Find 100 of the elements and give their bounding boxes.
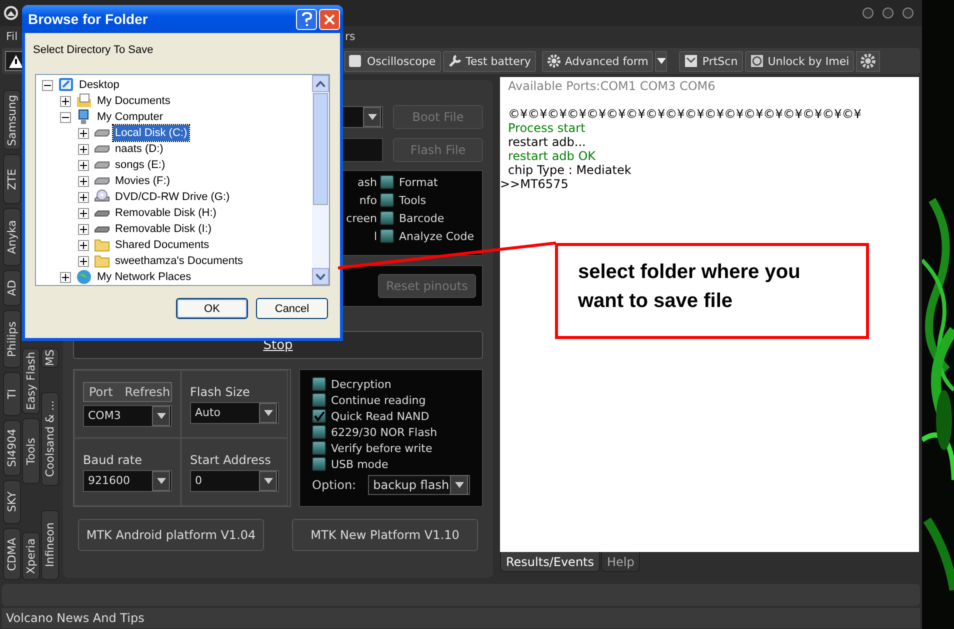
collapse-icon[interactable] [60,112,71,122]
checkbox-label: creen [346,211,377,225]
dialog-button[interactable]: OK [176,298,248,319]
checkbox[interactable] [312,441,326,455]
toolbar-button[interactable]: Oscilloscope [344,50,441,72]
expand-icon[interactable] [78,240,89,250]
side-tab[interactable]: Easy Flash [22,348,40,414]
expand-icon[interactable] [78,144,89,154]
checkbox-label: l [374,229,377,243]
expand-icon[interactable] [60,96,71,106]
settings-button[interactable] [856,50,880,72]
expand-icon[interactable] [78,192,89,202]
log-line: Available Ports:COM1 COM3 COM6 [508,79,716,93]
option-dropdown[interactable]: backup flash [368,475,470,495]
toolbar-button[interactable]: Unlock by Imei [744,50,854,72]
tree-item[interactable]: DVD/CD-RW Drive (G:) [113,189,232,205]
side-tab[interactable]: MS [41,348,59,368]
scroll-up-icon[interactable] [312,75,329,92]
tree-item[interactable]: Removable Disk (H:) [113,205,218,221]
tree-item[interactable]: Local Disk (C:) [113,125,190,141]
checkbox-label: Decryption [331,378,392,390]
checkbox-label: Verify before write [331,442,432,454]
baud-rate-dropdown[interactable]: 921600 [83,470,172,492]
dialog-button[interactable]: Cancel [256,298,328,319]
port-dropdown[interactable]: COM3 [83,404,172,426]
globe-icon [76,269,92,285]
tree-item[interactable]: My Documents [95,93,172,109]
checkbox[interactable] [380,193,394,207]
expand-icon[interactable] [78,208,89,218]
scroll-down-icon[interactable] [312,268,329,285]
side-tab[interactable]: SI4904 [3,420,21,476]
tab[interactable]: Results/Events [500,552,600,572]
tree-item[interactable]: Movies (F:) [113,173,172,189]
checkbox[interactable] [380,211,394,225]
checkbox-label: 6229/30 NOR Flash [331,426,438,438]
checkbox-label: Tools [399,194,426,206]
menu-item[interactable]: rs [345,30,356,43]
side-tab[interactable]: Infineon [41,510,59,580]
checkbox-label: ash [358,175,377,189]
field-label: Baud rate [83,452,143,466]
platform-button[interactable]: MTK New Platform V1.10 [292,519,478,551]
side-tab[interactable]: AD [3,270,21,306]
log-line: restart adb... [508,135,587,149]
field-label: Start Address [190,452,272,466]
checkbox-label: Continue reading [331,394,426,406]
side-tab[interactable]: Philips [3,310,21,368]
side-tab[interactable]: Tools [22,418,40,484]
flash-size-dropdown[interactable]: Auto [190,402,279,424]
field-label: Flash Size [190,384,251,398]
platform-button[interactable]: MTK Android platform V1.04 [78,519,264,551]
tree-item[interactable]: songs (E:) [113,157,168,173]
tab[interactable]: Help [601,552,640,572]
side-tab[interactable]: TI [3,372,21,416]
checkbox[interactable] [380,175,394,189]
menu-item[interactable]: Fil [6,30,18,43]
checkbox[interactable] [312,409,326,423]
scrollbar-thumb[interactable] [313,93,328,205]
folder-tree[interactable] [35,74,330,286]
expand-icon[interactable] [78,224,89,234]
log-line: >>MT6575 [500,177,570,191]
expand-icon[interactable] [60,272,71,282]
collapse-icon[interactable] [42,80,53,90]
tree-item[interactable]: sweethamza's Documents [113,253,246,269]
dialog-prompt: Select Directory To Save [33,44,154,56]
checkbox[interactable] [312,457,326,471]
checkbox[interactable] [312,377,326,391]
expand-icon[interactable] [78,160,89,170]
tree-item[interactable]: Desktop [77,77,122,93]
log-line: ©¥©¥©¥©¥©¥©¥©¥©¥©¥©¥©¥©¥©¥©¥©¥©¥©¥©¥ [508,107,862,121]
question-mark-icon [302,12,312,26]
checkbox[interactable] [312,393,326,407]
checkbox[interactable] [312,425,326,439]
expand-icon[interactable] [78,128,89,138]
side-tab[interactable]: Samsung [3,90,21,150]
toolbar-button[interactable]: Test battery [442,50,536,72]
side-tab[interactable]: ZTE [3,154,21,204]
close-button[interactable] [319,8,340,30]
start-address-dropdown[interactable]: 0 [190,470,279,492]
tree-item[interactable]: Shared Documents [113,237,212,253]
checkbox[interactable] [380,229,394,243]
expand-icon[interactable] [78,256,89,266]
side-tab[interactable]: SKY [3,480,21,524]
checkbox-label: Quick Read NAND [331,410,430,422]
expand-icon[interactable] [78,176,89,186]
tree-item[interactable]: My Computer [95,109,166,125]
side-tab[interactable]: CDMA [3,528,21,580]
help-button[interactable] [296,8,317,30]
toolbar-button[interactable]: Advanced form [542,50,654,72]
tree-item[interactable]: My Network Places [95,269,194,285]
refresh-link[interactable]: Refresh [124,384,170,398]
checkbox-label: USB mode [331,458,388,470]
toolbar-button[interactable]: PrtScn [679,50,743,72]
log-line: Process start [508,121,586,135]
side-tab[interactable]: Coolsand & ... [41,392,59,486]
close-icon [324,14,335,24]
tree-item[interactable]: naats (D:) [113,141,166,157]
side-tab[interactable]: Anyka [3,208,21,266]
tree-item[interactable]: Removable Disk (I:) [113,221,214,237]
side-tab[interactable]: Xperia [22,532,40,580]
window-controls-icon[interactable] [862,7,914,19]
